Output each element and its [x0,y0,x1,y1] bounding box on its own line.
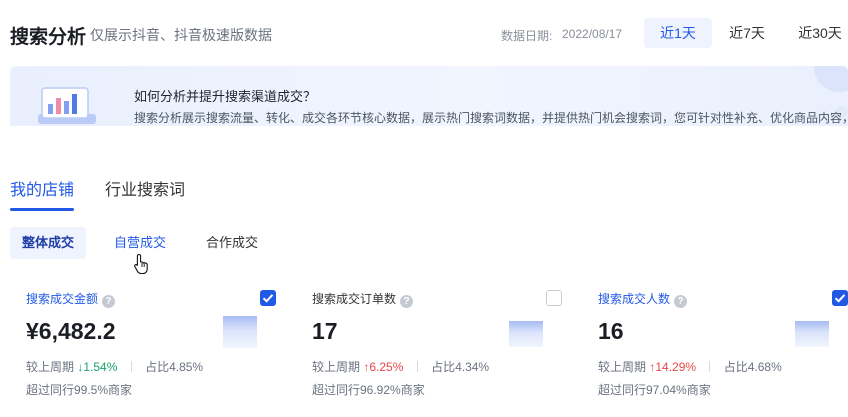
metric-card-search-buyers[interactable]: 搜索成交人数? 16 较上周期 ↑14.29% 占比4.68% 超过同行97.0… [582,286,848,406]
metric-checkbox[interactable] [260,290,276,306]
help-banner: 如何分析并提升搜索渠道成交？ 搜索分析展示搜索流量、转化、成交各环节核心数据，展… [10,66,848,126]
tab-industry-search-terms[interactable]: 行业搜索词 [105,176,185,200]
compare-value: 1.54% [83,360,118,374]
metric-value: 16 [598,318,624,344]
page-header: 搜索分析 仅展示抖音、抖音极速版数据 数据日期: 2022/08/17 近1天 … [0,0,848,66]
range-30-days-button[interactable]: 近30天 [788,18,848,48]
metric-label: 搜索成交金额? [26,290,116,308]
question-icon[interactable]: ? [102,295,116,308]
page-title: 搜索分析 [10,27,87,48]
date-label: 数据日期: [501,29,553,43]
metric-label: 搜索成交订单数? [312,290,414,308]
metric-comparison: 较上周期 ↑6.25% 占比4.34% [312,360,490,374]
metric-checkbox[interactable] [546,290,562,306]
analytics-chart-icon [38,87,96,124]
share-value: 占比4.34% [431,360,490,374]
metric-card-search-orders[interactable]: 搜索成交订单数? 17 较上周期 ↑6.25% 占比4.34% 超过同行96.9… [296,286,568,406]
question-icon[interactable]: ? [674,295,688,308]
metric-checkbox[interactable] [832,290,848,306]
compare-value: 14.29% [655,360,697,374]
checkmark-icon [834,294,846,303]
checkmark-icon [262,294,274,303]
banner-decoration [814,66,848,92]
range-1-day-button[interactable]: 近1天 [644,18,712,48]
banner-description: 搜索分析展示搜索流量、转化、成交各环节核心数据，展示热门搜索词数据，并提供热门机… [134,111,848,125]
trend-sparkline [223,316,257,348]
metric-value: 17 [312,318,338,344]
question-icon[interactable]: ? [400,295,414,308]
main-tabs: 我的店铺 行业搜索词 [0,170,848,212]
peer-exceed-text: 超过同行97.04%商家 [598,383,711,397]
active-tab-indicator [10,208,74,211]
compare-value: 6.25% [369,360,404,374]
subtab-cooperation-deals[interactable]: 合作成交 [194,227,270,259]
metric-card-search-gmv[interactable]: 搜索成交金额? ¥6,482.2 较上周期 ↓1.54% 占比4.85% 超过同… [10,286,282,406]
peer-exceed-text: 超过同行96.92%商家 [312,383,425,397]
peer-exceed-text: 超过同行99.5%商家 [26,383,133,397]
trend-sparkline [509,321,543,347]
share-value: 占比4.68% [723,360,782,374]
tab-my-store[interactable]: 我的店铺 [10,176,74,200]
subtab-overall-deals[interactable]: 整体成交 [10,227,87,259]
metric-comparison: 较上周期 ↓1.54% 占比4.85% [26,360,204,374]
share-value: 占比4.85% [145,360,204,374]
metric-value: ¥6,482.2 [26,318,116,344]
trend-sparkline [795,321,829,347]
page-subtitle: 仅展示抖音、抖音极速版数据 [90,27,272,43]
banner-title: 如何分析并提升搜索渠道成交？ [134,89,317,104]
hand-pointer-cursor-icon [134,253,148,275]
metric-label: 搜索成交人数? [598,290,688,308]
date-value: 2022/08/17 [562,27,623,41]
metric-comparison: 较上周期 ↑14.29% 占比4.68% [598,360,782,374]
range-7-days-button[interactable]: 近7天 [718,18,776,48]
